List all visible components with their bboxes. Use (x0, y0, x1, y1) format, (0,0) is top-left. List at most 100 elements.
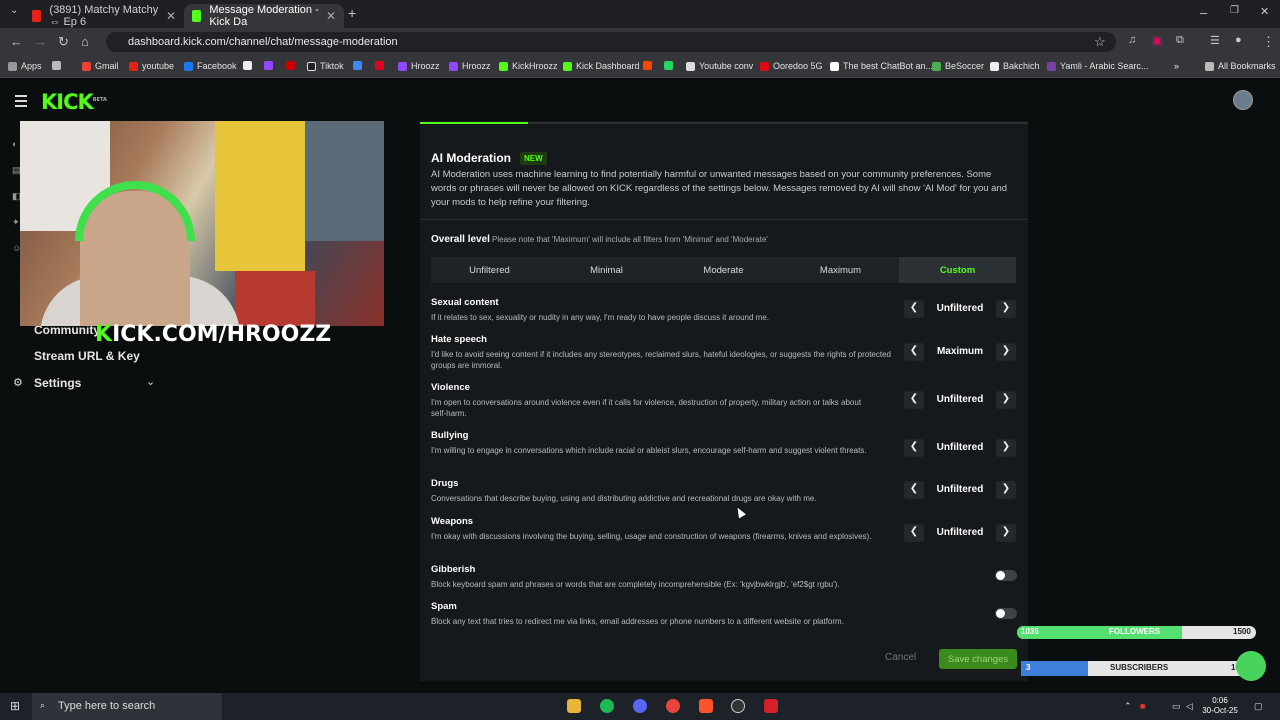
bookmark-hroozz-2[interactable]: Hroozz (449, 61, 491, 71)
level-option-minimal[interactable]: Minimal (548, 257, 665, 283)
spotify-icon[interactable] (600, 699, 614, 713)
kick-logo[interactable]: KICKBETA (41, 90, 107, 114)
decrease-level-button[interactable]: ❮ (904, 481, 924, 499)
save-button[interactable]: Save changes (939, 649, 1017, 669)
chevron-down-icon[interactable]: ⌄ (146, 375, 155, 388)
bookmark-red[interactable] (286, 61, 299, 70)
minimize-button[interactable]: – (1200, 5, 1207, 20)
menu-icon[interactable] (15, 95, 27, 110)
toggle-title: Spam (431, 601, 457, 612)
discord-icon[interactable] (633, 699, 647, 713)
windows-taskbar: ⊞ Type here to search ⌕ ⌃ ■ ▭ ◁ 0:06 30-… (0, 693, 1280, 720)
extension-icon[interactable]: ▣ (1152, 34, 1162, 47)
user-avatar[interactable] (1233, 90, 1253, 110)
reading-list-icon[interactable]: ☰ (1210, 34, 1220, 47)
obs-icon[interactable] (731, 699, 745, 713)
restore-button[interactable]: ❐ (1230, 5, 1239, 16)
bookmark-youtube-conv[interactable]: Youtube conv (686, 61, 753, 71)
spam-toggle[interactable] (995, 608, 1017, 619)
reload-icon[interactable]: ↻ (58, 34, 69, 50)
close-tab-icon[interactable]: ✕ (326, 9, 336, 23)
search-icon: ⌕ (40, 700, 46, 710)
browser-menu-icon[interactable]: ⋮ (1262, 34, 1275, 50)
bookmark-reddit[interactable] (643, 61, 656, 70)
bookmark-whatsapp[interactable] (664, 61, 677, 70)
profile-avatar-icon[interactable]: ● (1235, 34, 1242, 46)
url-field[interactable]: dashboard.kick.com/channel/chat/message-… (106, 32, 1116, 52)
level-option-maximum[interactable]: Maximum (782, 257, 899, 283)
network-icon[interactable]: ▭ (1172, 701, 1181, 712)
bookmark-grid[interactable] (52, 61, 65, 70)
increase-level-button[interactable]: ❯ (996, 300, 1016, 318)
close-tab-icon[interactable]: ✕ (166, 9, 176, 23)
browser-tab-youtube[interactable]: (3891) Matchy Matchy ⇔ Ep 6 ✕ (24, 4, 184, 28)
increase-level-button[interactable]: ❯ (996, 481, 1016, 499)
bookmark-besoccer[interactable]: BeSoccer (932, 61, 984, 71)
sidebar-icon[interactable]: ✦ (12, 217, 20, 228)
tray-overflow-icon[interactable]: ⌃ (1124, 701, 1132, 712)
level-option-custom[interactable]: Custom (899, 257, 1016, 283)
extensions-puzzle-icon[interactable]: ⧉ (1176, 34, 1184, 47)
bookmark-apps[interactable]: Apps (8, 61, 42, 71)
home-icon[interactable]: ⌂ (81, 34, 89, 49)
notifications-icon[interactable]: ▢ (1254, 701, 1263, 712)
new-badge: NEW (520, 152, 547, 165)
decrease-level-button[interactable]: ❮ (904, 343, 924, 361)
cancel-button[interactable]: Cancel (885, 652, 916, 663)
file-explorer-icon[interactable] (567, 699, 581, 713)
increase-level-button[interactable]: ❯ (996, 524, 1016, 542)
bookmark-chatbot[interactable]: The best ChatBot an... (830, 61, 933, 71)
level-option-unfiltered[interactable]: Unfiltered (431, 257, 548, 283)
sidebar-item-settings[interactable]: Settings (34, 376, 81, 390)
browser-tab-kick[interactable]: Message Moderation - Kick Da ✕ (184, 4, 344, 28)
bookmark-twitch[interactable] (264, 61, 277, 70)
category-description: I'm willing to engage in conversations w… (431, 446, 867, 455)
bookmark-x[interactable] (243, 61, 256, 70)
volume-icon[interactable]: ◁ (1186, 701, 1193, 712)
bookmark-hroozz-1[interactable]: Hroozz (398, 61, 440, 71)
bookmark-ooredoo[interactable]: Ooredoo 5G (760, 61, 823, 71)
decrease-level-button[interactable]: ❮ (904, 391, 924, 409)
gibberish-toggle[interactable] (995, 570, 1017, 581)
increase-level-button[interactable]: ❯ (996, 391, 1016, 409)
facebook-icon (184, 61, 193, 71)
bookmark-gmail[interactable]: Gmail (82, 61, 119, 71)
increase-level-button[interactable]: ❯ (996, 343, 1016, 361)
bookmarks-overflow-icon[interactable]: » (1174, 61, 1179, 71)
decrease-level-button[interactable]: ❮ (904, 439, 924, 457)
extension-icon[interactable]: ♫ (1128, 34, 1136, 46)
bookmark-bakchich[interactable]: Bakchich (990, 61, 1040, 71)
taskbar-clock[interactable]: 0:06 30-Oct-25 (1200, 696, 1240, 716)
decrease-level-button[interactable]: ❮ (904, 300, 924, 318)
increase-level-button[interactable]: ❯ (996, 439, 1016, 457)
tab-list-button[interactable]: ⌄ (10, 5, 18, 16)
start-icon[interactable]: ⊞ (10, 699, 20, 713)
back-icon[interactable]: ← (10, 34, 23, 49)
sidebar-icon[interactable]: ◐ (12, 139, 17, 149)
tray-app-icon[interactable]: ■ (1140, 701, 1145, 711)
level-option-moderate[interactable]: Moderate (665, 257, 782, 283)
poster-image (215, 121, 305, 271)
chrome-icon[interactable] (666, 699, 680, 713)
category-title: Violence (431, 382, 470, 393)
bookmark-pinterest[interactable] (375, 61, 388, 70)
bookmark-icon (286, 61, 295, 70)
bookmark-star-icon[interactable]: ☆ (1094, 34, 1106, 50)
bookmark-all[interactable]: All Bookmarks (1205, 61, 1276, 71)
app-icon[interactable] (764, 699, 778, 713)
new-tab-button[interactable]: + (348, 5, 356, 21)
bookmark-kick-dashboard[interactable]: Kick Dashboard (563, 61, 640, 71)
brave-icon[interactable] (699, 699, 713, 713)
sidebar-item-stream-url-key[interactable]: Stream URL & Key (34, 349, 140, 363)
decrease-level-button[interactable]: ❮ (904, 524, 924, 542)
bookmark-translate[interactable] (353, 61, 366, 70)
taskbar-search-input[interactable]: Type here to search (32, 693, 222, 720)
bookmark-facebook[interactable]: Facebook (184, 61, 237, 71)
bookmark-youtube[interactable]: youtube (129, 61, 174, 71)
bookmark-yamli[interactable]: Yamli - Arabic Searc... (1047, 61, 1148, 71)
close-window-button[interactable]: ✕ (1260, 5, 1269, 18)
bookmark-kickhroozz[interactable]: KickHroozz (499, 61, 558, 71)
forward-icon[interactable]: → (34, 34, 47, 49)
bookmark-tiktok[interactable]: Tiktok (307, 61, 344, 71)
ai-moderation-description: AI Moderation uses machine learning to f… (431, 169, 1008, 208)
